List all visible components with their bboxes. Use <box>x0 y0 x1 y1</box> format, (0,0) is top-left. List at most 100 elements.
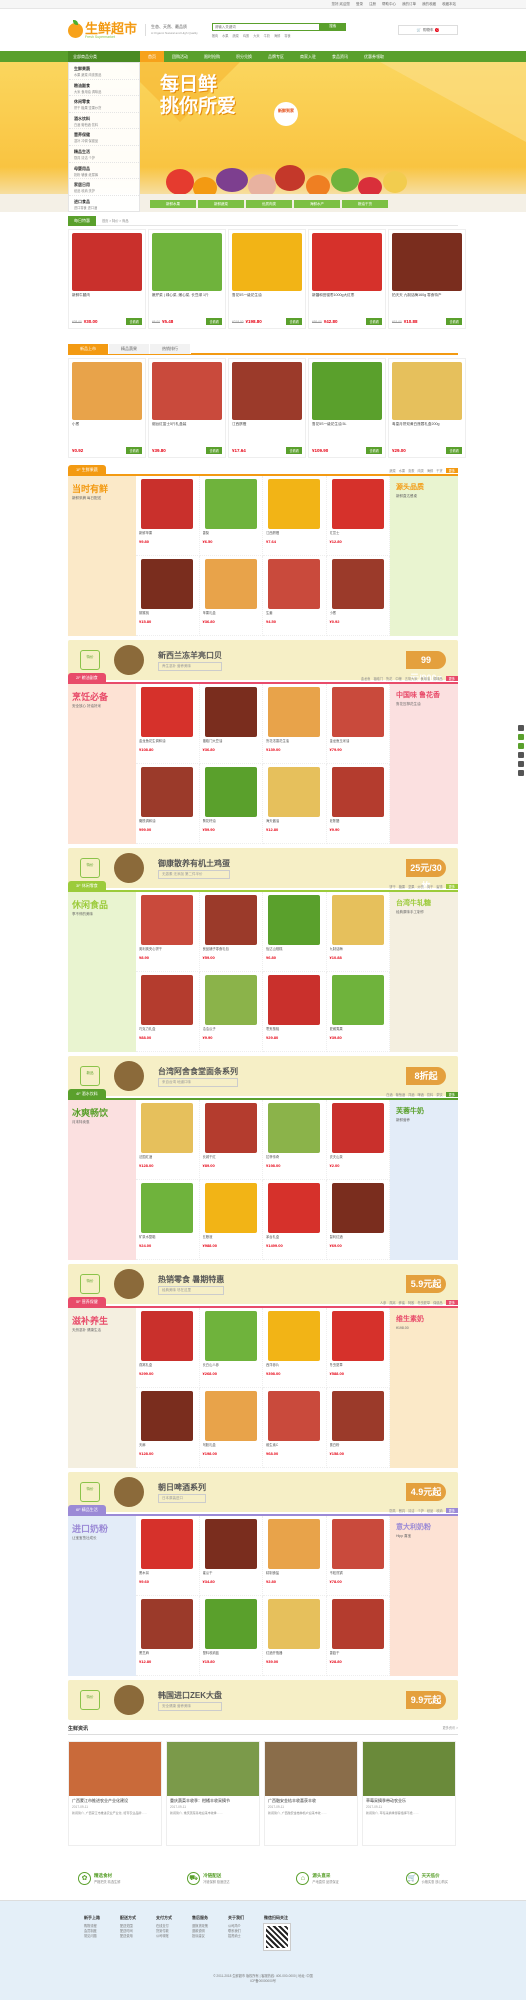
floor-product-name[interactable]: 不粘煎锅 <box>330 1571 387 1579</box>
floor-link[interactable]: 中粮 <box>395 676 401 681</box>
floor-product-name[interactable]: 新鲜苹果 <box>139 531 196 539</box>
floor-right-banner[interactable]: 维生素奶 ¥198.00 <box>390 1308 458 1468</box>
product-name[interactable]: 新疆和田骏枣1000g大红枣 <box>312 293 382 302</box>
floor-product-name[interactable]: 黑芝麻 <box>139 1651 196 1659</box>
floor-link[interactable]: 五常大米 <box>405 676 418 681</box>
news-card[interactable]: 广西蒙江市推进农业产业化建设 2017-09-11 新闻简介, 广西蒙江市推进农业产… <box>68 1741 162 1846</box>
floor-product-name[interactable]: 葵花籽油 <box>203 819 260 827</box>
floor-product-image[interactable] <box>268 1519 321 1569</box>
floor-product[interactable]: 枣夹核桃 ¥29.80 <box>263 972 327 1052</box>
product-view-button[interactable]: 去看看 <box>366 318 382 325</box>
floor-more-link[interactable]: 更多 <box>445 883 458 889</box>
floor-product-image[interactable] <box>331 1599 384 1649</box>
floor-product-name[interactable]: 良品铺子零食礼包 <box>203 947 260 955</box>
floor-right-banner[interactable]: 中国味 鲁花香 鲁花压榨花生油 <box>390 684 458 844</box>
hot-word-link[interactable]: 鸡蛋 <box>243 33 249 38</box>
floor-product-name[interactable]: 香梨 <box>203 531 260 539</box>
floor-product-name[interactable]: 矿泉水整箱 <box>139 1235 196 1243</box>
floor-link[interactable]: 饮料 <box>427 1092 433 1097</box>
hot-word-link[interactable]: 猪肉 <box>212 33 218 38</box>
floor-link[interactable]: 调味品 <box>433 676 443 681</box>
floor-left-banner[interactable]: 当时有鲜 新鲜采摘 每日配送 <box>68 476 136 636</box>
floor-product-image[interactable] <box>268 895 321 945</box>
nav-item[interactable]: 首页 <box>140 51 164 62</box>
banner-thumb[interactable]: 海鲜水产 <box>294 200 340 208</box>
floor-product-image[interactable] <box>141 975 194 1025</box>
floor-link[interactable]: 肉类 <box>418 468 424 473</box>
logo[interactable]: 生鲜超市 Fresh Supermarket <box>68 19 137 39</box>
floor-product[interactable]: 蜜瓜干 ¥34.80 <box>199 1516 263 1596</box>
floor-product-name[interactable]: 江西脐橙 <box>266 531 323 539</box>
category-item[interactable]: 粮油副食 大米 食用油 调味品 <box>69 80 139 97</box>
nav-item[interactable]: 品牌专区 <box>260 51 292 62</box>
floor-product[interactable]: 葵花籽油 ¥59.90 <box>199 764 263 844</box>
nav-item[interactable]: 团购活动 <box>164 51 196 62</box>
floor-product[interactable]: 拉菲传奇 ¥198.00 <box>263 1100 327 1180</box>
footer-link[interactable]: 招贤纳士 <box>228 1934 244 1939</box>
product-view-button[interactable]: 去看看 <box>366 447 382 454</box>
floor-product[interactable]: 黑木耳 ¥9.60 <box>136 1516 200 1596</box>
product-card[interactable]: 嫩芹菜 | 绿心菜, 嫩心菜, 长豆绿 1斤 ¥6.00 ¥5.48 去看看 <box>148 229 226 329</box>
product-image[interactable] <box>72 233 142 291</box>
floor-product[interactable]: 长白山人参 ¥268.00 <box>199 1308 263 1388</box>
floor-product[interactable]: 阿胶礼盒 ¥198.00 <box>199 1388 263 1468</box>
floor-link[interactable]: 保健品 <box>433 1300 443 1305</box>
banner-thumb[interactable]: 优质肉类 <box>246 200 292 208</box>
floor-more-link[interactable]: 更多 <box>445 1091 458 1097</box>
hero-banner[interactable]: 生鲜果蔬 水果 蔬菜 肉禽蛋品 粮油副食 大米 食用油 调味品 休闲零食 饼干 糖果 坚果… <box>0 62 526 212</box>
product-name[interactable]: 鲁花5S一级花生油 5L <box>312 422 382 431</box>
floor-product-image[interactable] <box>268 1311 321 1361</box>
floor-link[interactable]: 肉干 <box>427 884 433 889</box>
floor-product-image[interactable] <box>331 1311 384 1361</box>
product-view-button[interactable]: 去看看 <box>446 447 462 454</box>
floor-product[interactable]: 巧克力礼盒 ¥88.00 <box>136 972 200 1052</box>
floor-product-name[interactable]: 奥利奥夹心饼干 <box>139 947 196 955</box>
floor-link[interactable]: 个护 <box>418 1508 424 1513</box>
floor-product-name[interactable]: 农夫山泉 <box>330 1155 387 1163</box>
floor-product[interactable]: 橄榄调和油 ¥99.00 <box>136 764 200 844</box>
floor-link[interactable]: 鲁花 <box>386 676 392 681</box>
floor-right-banner[interactable]: 芙蓉牛奶 新鲜营养 <box>390 1100 458 1260</box>
floor-product-image[interactable] <box>331 895 384 945</box>
floor-product[interactable]: 金龙鱼玉米油 ¥79.90 <box>326 684 390 764</box>
floor-product-name[interactable]: 金龙鱼花生调和油 <box>139 739 196 747</box>
floor-product-name[interactable]: 生姜 <box>266 611 323 619</box>
floor-product[interactable]: 香菇干 ¥28.80 <box>326 1596 390 1676</box>
floor-product-name[interactable]: 枣夹核桃 <box>266 1027 323 1035</box>
news-card[interactable]: 广西融安金桔丰收喜获丰收 2017-09-11 新闻简介, 广西融安金桔种植户迎来丰… <box>264 1741 358 1846</box>
floor-product-image[interactable] <box>204 1391 257 1441</box>
floor-product-image[interactable] <box>141 1599 194 1649</box>
tab[interactable]: 热销排行 <box>150 344 191 354</box>
floor-link[interactable]: 茶饮 <box>436 1092 442 1097</box>
product-card[interactable]: 鲁花5S一级花生油 5L ¥109.90 去看看 <box>308 358 386 458</box>
floor-product-name[interactable]: 精制食盐 <box>266 1571 323 1579</box>
floor-left-banner[interactable]: 滋补养生 天然滋补 健康生活 <box>68 1308 136 1468</box>
product-view-button[interactable]: 去看看 <box>206 318 222 325</box>
floor-product[interactable]: 小葱 ¥0.92 <box>326 556 390 636</box>
product-name[interactable]: 拍天天 九制话梅160g 零食特产 <box>392 293 462 302</box>
floor-product-image[interactable] <box>141 687 194 737</box>
product-card[interactable]: 烟台红富士5斤礼盒装 ¥39.80 去看看 <box>148 358 226 458</box>
floor-product-image[interactable] <box>204 767 257 817</box>
product-image[interactable] <box>312 233 382 291</box>
floor-product[interactable]: 西洋参片 ¥398.00 <box>263 1308 327 1388</box>
search-button[interactable]: 搜索 <box>319 22 346 31</box>
floor-product-image[interactable] <box>331 975 384 1025</box>
floor-product-name[interactable]: 塑料收纳篮 <box>203 1651 260 1659</box>
product-name[interactable]: 新鲜牛腿肉 <box>72 293 142 302</box>
floor-product-image[interactable] <box>204 895 257 945</box>
hot-word-link[interactable]: 海鲜 <box>274 33 280 38</box>
floor-link[interactable]: 啤酒 <box>418 1092 424 1097</box>
top-link[interactable]: 我的订单 <box>402 2 416 8</box>
category-item[interactable]: 家居日用 纸品 收纳 洗护 <box>69 179 139 196</box>
floor-product[interactable]: 农夫山泉 ¥2.00 <box>326 1100 390 1180</box>
cart-button[interactable]: 🛒 购物车 0 <box>398 25 458 35</box>
floor-product[interactable]: 猕猴桃 ¥15.80 <box>136 556 200 636</box>
news-image[interactable] <box>363 1742 455 1796</box>
floor-product[interactable]: 精制食盐 ¥2.80 <box>263 1516 327 1596</box>
side-tool-icon[interactable] <box>518 734 524 740</box>
floor-link[interactable]: 蜜饯 <box>436 884 442 889</box>
floor-link[interactable]: 餐具 <box>399 1508 405 1513</box>
category-item[interactable]: 精品生活 厨具 清洁 个护 <box>69 146 139 163</box>
product-view-button[interactable]: 去看看 <box>286 447 302 454</box>
